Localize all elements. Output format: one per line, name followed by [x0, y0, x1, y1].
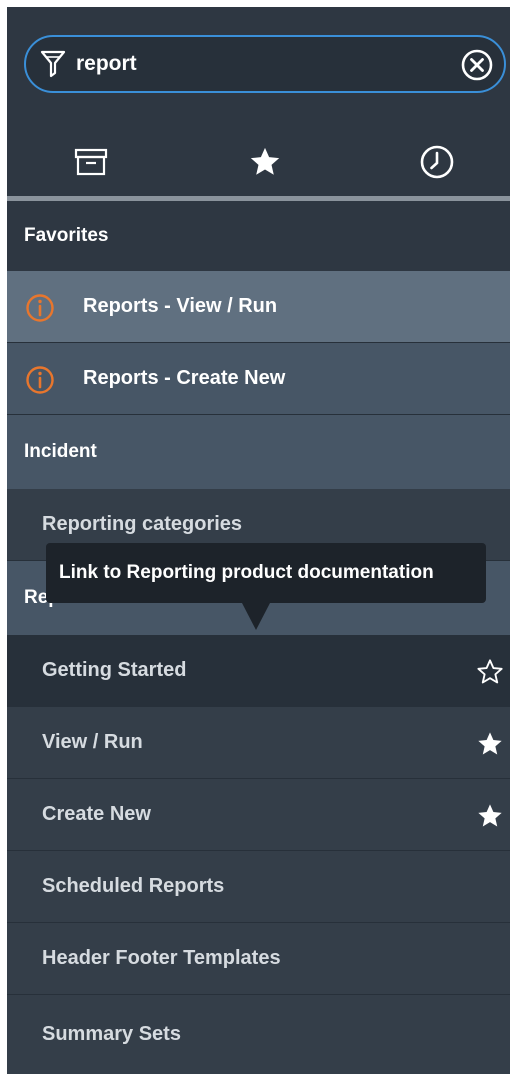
tooltip: Link to Reporting product documentation: [46, 543, 486, 603]
star-outline-icon[interactable]: [476, 658, 504, 686]
nav-item-summary-sets[interactable]: Summary Sets: [7, 995, 510, 1074]
favorite-item-reports-create-new[interactable]: Reports - Create New: [7, 343, 510, 415]
search-input[interactable]: [76, 47, 456, 81]
navigator-panel: Favorites Reports - View / Run Reports -…: [7, 7, 510, 1074]
tab-favorites[interactable]: [235, 137, 295, 187]
nav-item-scheduled-reports[interactable]: Scheduled Reports: [7, 851, 510, 923]
filter-icon: [40, 50, 66, 78]
archive-icon: [74, 148, 108, 176]
nav-item-view-run[interactable]: View / Run: [7, 707, 510, 779]
info-icon: [26, 366, 54, 394]
info-icon: [26, 294, 54, 322]
tooltip-arrow: [242, 603, 270, 630]
search-box: [24, 35, 506, 93]
star-filled-icon[interactable]: [476, 802, 504, 830]
navigator-tabs: [7, 125, 510, 201]
favorite-item-reports-view-run[interactable]: Reports - View / Run: [7, 271, 510, 343]
tab-all-applications[interactable]: [61, 137, 121, 187]
nav-item-create-new[interactable]: Create New: [7, 779, 510, 851]
star-filled-icon[interactable]: [476, 730, 504, 758]
search-area: [7, 7, 510, 125]
section-header-incident: Incident: [7, 415, 510, 489]
section-header-favorites: Favorites: [7, 201, 510, 271]
nav-item-getting-started[interactable]: Getting Started: [7, 635, 510, 707]
nav-item-header-footer-templates[interactable]: Header Footer Templates: [7, 923, 510, 995]
tab-history[interactable]: [407, 137, 467, 187]
star-icon: [250, 147, 280, 175]
clear-search-icon[interactable]: [460, 48, 494, 82]
clock-icon: [420, 145, 454, 179]
